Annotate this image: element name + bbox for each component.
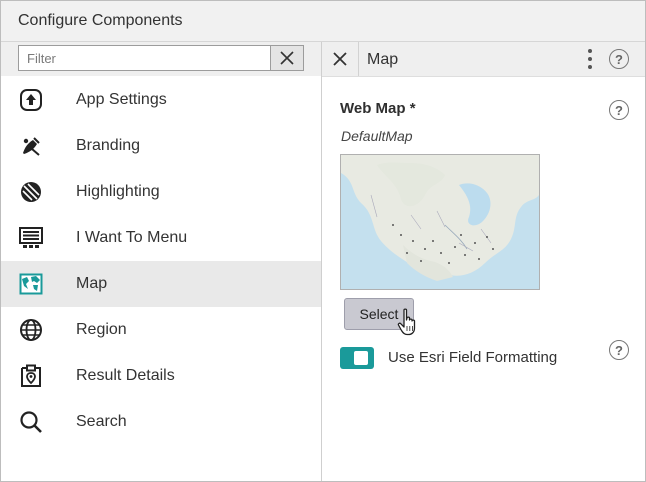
filter-input[interactable] — [18, 45, 277, 71]
nav-item-branding[interactable]: Branding — [1, 123, 321, 169]
highlighting-icon — [19, 180, 43, 204]
hand-pointer-icon — [397, 308, 416, 336]
nav-item-label: Map — [76, 275, 108, 292]
nav-item-region[interactable]: Region — [1, 307, 321, 353]
panel-header: Map ? — [322, 42, 645, 77]
nav-item-label: App Settings — [76, 91, 167, 108]
branding-icon — [19, 134, 43, 158]
close-icon — [333, 52, 347, 66]
filter-bar — [1, 42, 321, 76]
nav-item-label: Highlighting — [76, 183, 160, 200]
app-settings-icon — [19, 88, 43, 112]
nav-item-label: I Want To Menu — [76, 229, 188, 246]
search-icon — [19, 410, 43, 434]
nav-item-app-settings[interactable]: App Settings — [1, 77, 321, 123]
result-details-icon — [19, 364, 43, 388]
esri-field-formatting-toggle[interactable] — [340, 347, 374, 369]
nav-item-label: Search — [76, 413, 127, 430]
nav-item-result-details[interactable]: Result Details — [1, 353, 321, 399]
nav-item-label: Branding — [76, 137, 141, 154]
panel-title: Map — [367, 51, 399, 68]
web-map-label: Web Map * — [340, 100, 416, 117]
help-icon[interactable]: ? — [609, 100, 629, 120]
title-bar: Configure Components — [1, 1, 645, 42]
help-icon[interactable]: ? — [609, 49, 629, 69]
nav-item-label: Region — [76, 321, 127, 338]
web-map-value: DefaultMap — [341, 128, 413, 144]
components-pane: App Settings Branding — [1, 42, 322, 481]
more-options-icon[interactable] — [583, 49, 597, 69]
nav-item-search[interactable]: Search — [1, 399, 321, 445]
nav-item-i-want-to-menu[interactable]: I Want To Menu — [1, 215, 321, 261]
globe-icon — [19, 318, 43, 342]
nav-item-label: Result Details — [76, 367, 175, 384]
window-title: Configure Components — [18, 12, 183, 29]
esri-field-formatting-label: Use Esri Field Formatting — [388, 349, 558, 366]
component-settings-pane: Map ? Web Map * ? DefaultMap Select Use … — [322, 42, 645, 481]
help-icon[interactable]: ? — [609, 340, 629, 360]
toggle-knob — [354, 351, 368, 365]
close-icon — [280, 51, 294, 65]
map-icon — [19, 272, 43, 296]
component-list: App Settings Branding Highlighting I Wan… — [1, 77, 321, 445]
close-panel-button[interactable] — [322, 42, 359, 76]
nav-item-highlighting[interactable]: Highlighting — [1, 169, 321, 215]
nav-item-map[interactable]: Map — [1, 261, 321, 307]
menu-icon — [19, 226, 43, 250]
filter-clear-button[interactable] — [270, 45, 304, 71]
web-map-thumbnail — [340, 154, 540, 290]
configure-components-window: Configure Components App Settings — [0, 0, 646, 482]
